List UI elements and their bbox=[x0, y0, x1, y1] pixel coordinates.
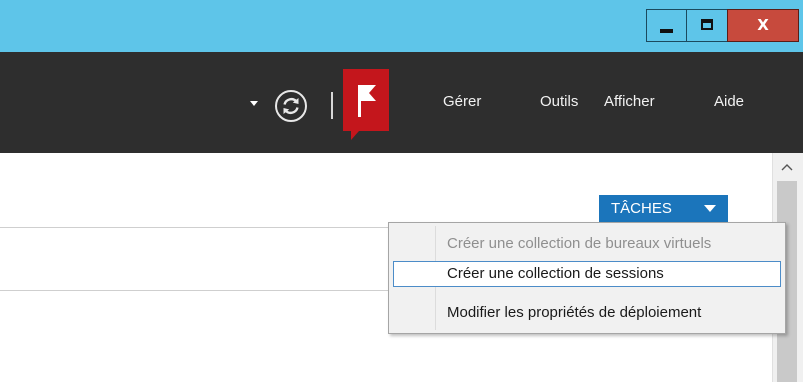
close-button[interactable]: X bbox=[727, 9, 799, 42]
tasks-button[interactable]: TÂCHES bbox=[599, 195, 728, 223]
chevron-down-icon bbox=[704, 205, 716, 212]
dropdown-caret-icon[interactable] bbox=[250, 101, 258, 106]
minimize-button[interactable] bbox=[646, 9, 687, 42]
maximize-button[interactable] bbox=[686, 9, 728, 42]
menu-outils[interactable]: Outils bbox=[540, 92, 578, 112]
tasks-context-menu: Créer une collection de bureaux virtuels… bbox=[388, 222, 786, 334]
server-manager-window: X Gérer Outils Afficher Aide TÂCHES Crée… bbox=[0, 0, 803, 382]
title-bar: X bbox=[0, 0, 803, 52]
menu-item-label: Modifier les propriétés de déploiement bbox=[447, 304, 702, 321]
menu-gerer[interactable]: Gérer bbox=[443, 92, 481, 112]
menu-item-create-session-collection[interactable]: Créer une collection de sessions bbox=[393, 261, 781, 287]
maximize-icon bbox=[701, 19, 713, 30]
minimize-icon bbox=[660, 29, 673, 33]
section-divider bbox=[0, 290, 390, 291]
menu-item-label: Créer une collection de sessions bbox=[447, 265, 664, 282]
toolbar: Gérer Outils Afficher Aide bbox=[0, 52, 803, 153]
tasks-button-label: TÂCHES bbox=[611, 200, 672, 217]
refresh-icon[interactable] bbox=[274, 89, 308, 123]
menu-afficher[interactable]: Afficher bbox=[604, 92, 655, 112]
menu-item-create-virtual-desktop-collection[interactable]: Créer une collection de bureaux virtuels bbox=[393, 231, 781, 257]
toolbar-separator bbox=[331, 92, 333, 119]
close-icon: X bbox=[757, 16, 769, 34]
scroll-up-icon[interactable] bbox=[777, 160, 797, 176]
menu-item-label: Créer une collection de bureaux virtuels bbox=[447, 235, 712, 252]
menu-aide[interactable]: Aide bbox=[714, 92, 744, 112]
menu-item-edit-deployment-properties[interactable]: Modifier les propriétés de déploiement bbox=[393, 300, 781, 326]
flag-icon[interactable] bbox=[343, 69, 389, 141]
